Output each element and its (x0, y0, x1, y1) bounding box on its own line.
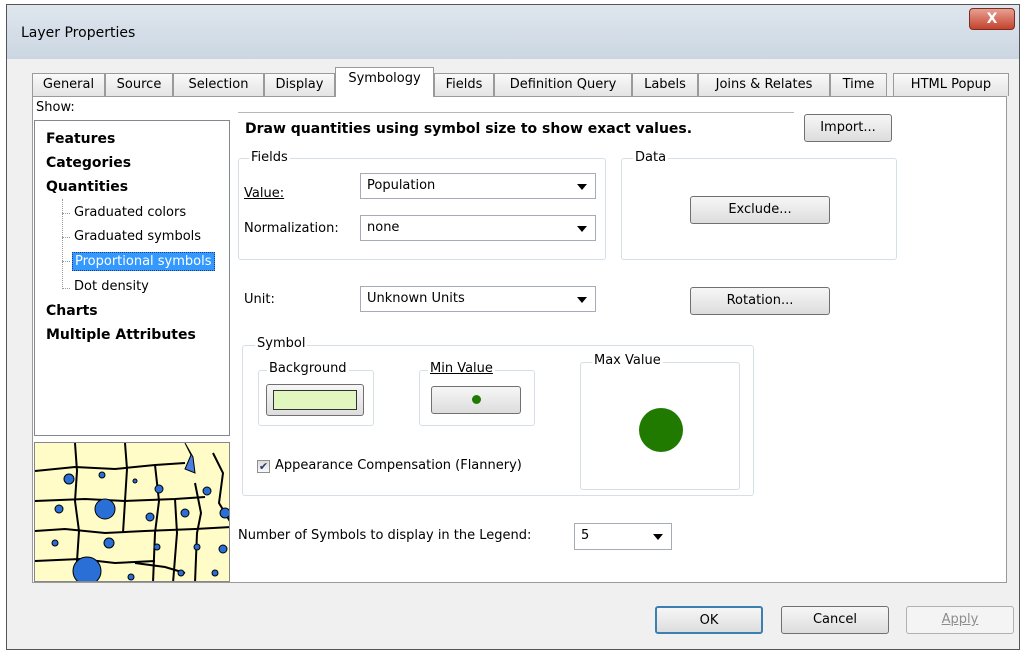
tree-item-quantities[interactable]: Quantities (46, 179, 128, 195)
rotation-button-label: Rotation... (726, 293, 794, 308)
tree-item-proportional-symbols[interactable]: Proportional symbols (72, 252, 215, 271)
tab-symbology[interactable]: Symbology (335, 67, 434, 97)
tree-item-dot-density[interactable]: Dot density (74, 279, 149, 294)
tree-item-categories[interactable]: Categories (46, 155, 131, 171)
chevron-down-icon (653, 534, 663, 540)
unit-dropdown[interactable]: Unknown Units (360, 286, 596, 312)
apply-button-label: Apply (941, 612, 979, 627)
tree-connector (62, 237, 70, 238)
normalization-label: Normalization: (244, 221, 339, 236)
tab-label: Labels (644, 77, 686, 92)
tree-connector (62, 213, 70, 214)
tab-fields[interactable]: Fields (434, 73, 494, 96)
chevron-down-icon (577, 297, 587, 303)
close-button[interactable]: X (969, 8, 1015, 30)
tab-general[interactable]: General (32, 73, 105, 96)
tree-item-graduated-colors[interactable]: Graduated colors (74, 205, 186, 220)
tab-display[interactable]: Display (264, 73, 335, 96)
symbol-group-title: Symbol (255, 336, 308, 351)
exclude-button[interactable]: Exclude... (690, 196, 830, 224)
cancel-button[interactable]: Cancel (781, 606, 889, 634)
tree-connector (62, 288, 70, 289)
tab-label: Definition Query (509, 77, 617, 92)
symbology-preview-map (34, 442, 230, 582)
fields-group-title: Fields (249, 150, 290, 165)
legend-symbols-dropdown-text: 5 (581, 528, 590, 543)
tab-label: Source (116, 77, 162, 92)
value-dropdown[interactable]: Population (360, 173, 596, 199)
symbology-description: Draw quantities using symbol size to sho… (245, 121, 693, 137)
tab-selection[interactable]: Selection (173, 73, 264, 96)
show-label: Show: (36, 100, 75, 115)
normalization-dropdown-text: none (367, 220, 400, 235)
tree-item-multiple-attributes[interactable]: Multiple Attributes (46, 327, 196, 343)
tab-label: Joins & Relates (715, 77, 813, 92)
min-value-group-title: Min Value (428, 361, 495, 376)
background-group-title: Background (267, 361, 349, 376)
tab-label: Fields (445, 77, 483, 92)
legend-symbols-dropdown[interactable]: 5 (574, 523, 672, 550)
tree-item-graduated-symbols[interactable]: Graduated symbols (74, 229, 201, 244)
tree-connector (62, 261, 70, 262)
window-title: Layer Properties (21, 25, 136, 41)
exclude-button-label: Exclude... (728, 202, 792, 217)
title-bar: Layer Properties X (7, 5, 1019, 59)
ok-button[interactable]: OK (655, 606, 763, 634)
ok-button-label: OK (699, 613, 719, 628)
tab-source[interactable]: Source (105, 73, 173, 96)
tab-label: Symbology (348, 71, 421, 86)
min-symbol-circle (472, 395, 481, 404)
close-icon: X (986, 11, 998, 27)
min-value-symbol-button[interactable] (431, 386, 521, 414)
background-color-swatch (273, 390, 357, 410)
legend-symbols-label: Number of Symbols to display in the Lege… (238, 528, 532, 543)
unit-label: Unit: (244, 292, 275, 307)
chevron-down-icon (577, 184, 587, 190)
tab-label: HTML Popup (910, 77, 992, 92)
background-color-button[interactable] (266, 384, 364, 416)
data-group-title: Data (633, 150, 669, 165)
appearance-compensation-label: Appearance Compensation (Flannery) (275, 458, 522, 473)
tab-time[interactable]: Time (830, 73, 887, 96)
map-preview-graphic (35, 443, 229, 581)
apply-button[interactable]: Apply (906, 606, 1014, 634)
import-button-label: Import... (820, 120, 876, 135)
tab-labels[interactable]: Labels (632, 73, 698, 96)
max-symbol-circle[interactable] (639, 408, 683, 452)
tab-joins-relates[interactable]: Joins & Relates (698, 73, 830, 96)
tab-label: General (42, 77, 95, 92)
unit-dropdown-text: Unknown Units (367, 291, 465, 306)
value-dropdown-text: Population (367, 178, 436, 193)
tab-definition-query[interactable]: Definition Query (494, 73, 632, 96)
chevron-down-icon (577, 226, 587, 232)
tree-item-charts[interactable]: Charts (46, 303, 98, 319)
import-button[interactable]: Import... (804, 114, 892, 142)
cancel-button-label: Cancel (812, 612, 858, 627)
tab-html-popup[interactable]: HTML Popup (893, 73, 1009, 96)
tab-label: Display (275, 77, 324, 92)
checkmark-icon: ✔ (258, 460, 269, 473)
min-value-title-text: Min Value (430, 361, 493, 376)
tree-item-features[interactable]: Features (46, 131, 115, 147)
normalization-dropdown[interactable]: none (360, 215, 596, 241)
rotation-button[interactable]: Rotation... (690, 287, 830, 315)
value-label: Value: (244, 186, 285, 201)
max-value-group-title: Max Value (592, 353, 663, 368)
tab-label: Time (842, 77, 875, 92)
appearance-compensation-checkbox[interactable]: ✔ (257, 460, 270, 473)
tab-label: Selection (188, 77, 249, 92)
